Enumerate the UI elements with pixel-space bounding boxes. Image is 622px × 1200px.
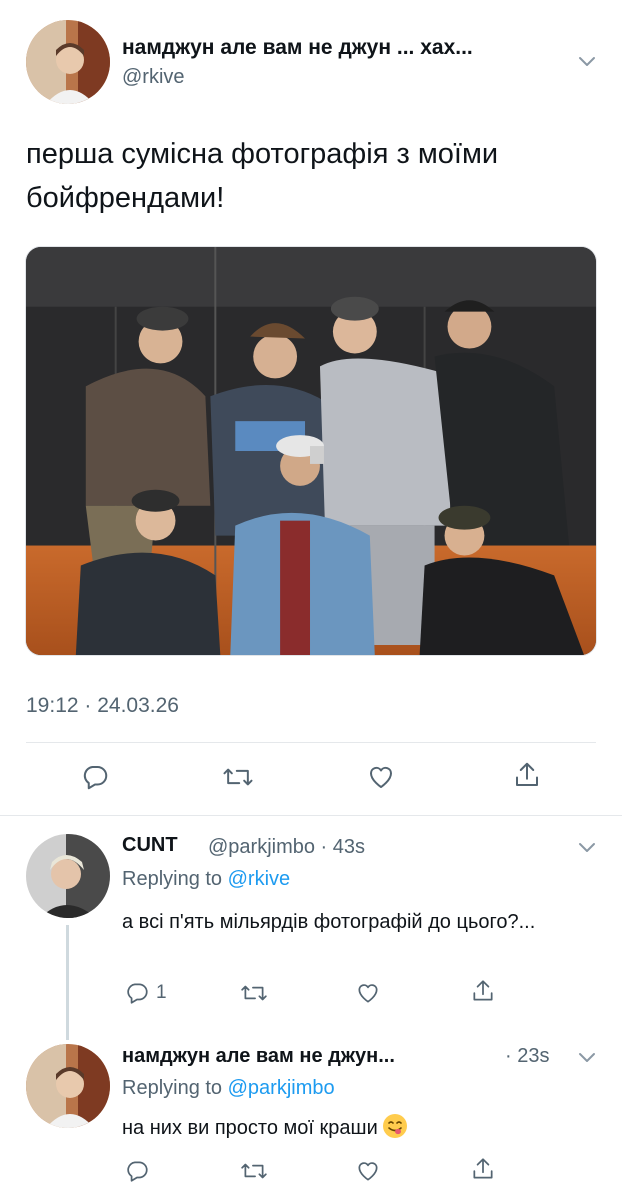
reply-avatar[interactable] — [26, 834, 110, 918]
retweet-icon — [241, 1163, 267, 1179]
author-avatar[interactable] — [26, 20, 110, 104]
reply-avatar[interactable] — [26, 1044, 110, 1128]
retweet-button[interactable] — [240, 1158, 268, 1184]
reply-text: на них ви просто мої краши — [122, 1117, 378, 1139]
reply-text: а всі п'ять мільярдів фотографій до цьог… — [122, 911, 536, 933]
replying-to-link[interactable]: @parkjimbo — [228, 1077, 335, 1099]
thread-line — [66, 925, 69, 1040]
share-button[interactable] — [470, 978, 496, 1004]
tweet-text: перша сумісна фотографія з моїми бойфрен… — [26, 138, 499, 214]
share-icon — [473, 1158, 493, 1179]
chevron-down-icon[interactable] — [576, 50, 598, 72]
replying-to-prefix: Replying to — [122, 868, 228, 890]
like-icon — [358, 1162, 378, 1181]
reply-handle-time[interactable]: @parkjimbo · 43s — [208, 836, 365, 859]
like-button[interactable] — [355, 980, 381, 1006]
reply-time[interactable]: · 23s — [505, 1045, 549, 1068]
chevron-down-icon[interactable] — [576, 1046, 598, 1068]
reply-count: 1 — [156, 982, 167, 1003]
share-icon — [473, 980, 493, 1001]
author-handle[interactable]: @rkive — [122, 66, 185, 89]
reply-display-name[interactable]: намджун але вам не джун... — [122, 1045, 395, 1068]
like-button[interactable] — [355, 1158, 381, 1184]
chevron-down-icon[interactable] — [576, 836, 598, 858]
like-icon — [358, 984, 378, 1003]
reply-button[interactable]: 1 — [124, 980, 167, 1006]
like-button[interactable] — [366, 762, 396, 792]
divider — [26, 742, 596, 743]
reply-icon — [127, 983, 148, 1004]
reply-button[interactable] — [124, 1158, 150, 1184]
reply-icon — [127, 1161, 148, 1182]
share-button[interactable] — [512, 760, 542, 790]
retweet-icon — [241, 985, 267, 1001]
replying-to: Replying to @parkjimbo — [122, 1077, 335, 1100]
retweet-icon — [223, 768, 253, 786]
retweet-button[interactable] — [240, 980, 268, 1006]
reply-button[interactable] — [80, 762, 110, 792]
like-icon — [369, 766, 393, 788]
retweet-button[interactable] — [222, 762, 254, 792]
savoring-food-emoji — [382, 1113, 408, 1139]
reply-display-name[interactable]: CUNT — [122, 834, 178, 857]
share-icon — [516, 762, 538, 786]
reply-icon — [83, 766, 108, 790]
divider — [0, 815, 622, 816]
tweet-photo[interactable] — [25, 246, 597, 656]
replying-to-link[interactable]: @rkive — [228, 868, 291, 890]
author-display-name[interactable]: намджун але вам не джун ... хах... — [122, 36, 473, 60]
tweet-timestamp[interactable]: 19:12 · 24.03.26 — [26, 694, 179, 718]
replying-to-prefix: Replying to — [122, 1077, 228, 1099]
replying-to: Replying to @rkive — [122, 868, 290, 891]
share-button[interactable] — [470, 1156, 496, 1182]
reply-text-container: на них ви просто мої краши — [122, 1113, 572, 1144]
